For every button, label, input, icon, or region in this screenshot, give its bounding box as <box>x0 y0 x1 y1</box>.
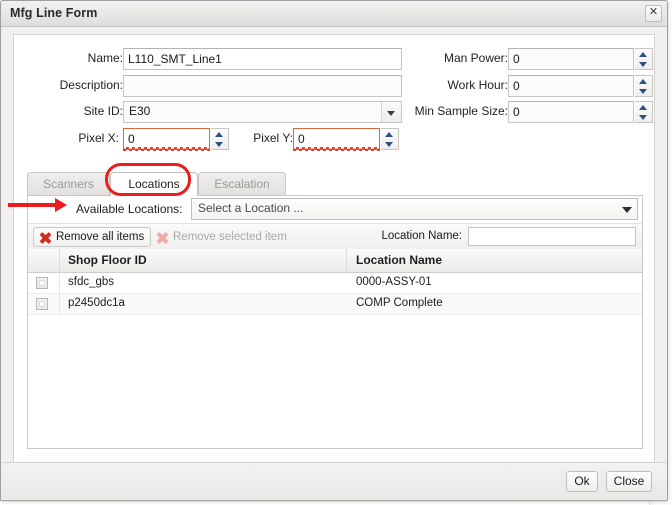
locations-tab-panel: Available Locations: Select a Location .… <box>27 195 643 449</box>
stepper-up-icon[interactable] <box>635 49 651 59</box>
pixel-y-spinner[interactable] <box>293 128 399 151</box>
tab-locations-label: Locations <box>128 177 180 191</box>
min-sample-size-label: Min Sample Size: <box>414 104 508 118</box>
tab-strip: Scanners Locations Escalation <box>27 172 643 196</box>
site-id-value: E30 <box>129 104 151 118</box>
header-separator <box>346 249 347 272</box>
pixel-y-label: Pixel Y: <box>253 131 293 145</box>
cell-location-name: COMP Complete <box>356 297 443 309</box>
column-header-shop-floor-id[interactable]: Shop Floor ID <box>68 249 147 272</box>
field-pixel-y: Pixel Y: <box>241 128 399 151</box>
close-button[interactable]: Close <box>606 471 652 492</box>
row-checkbox[interactable] <box>36 277 48 289</box>
field-description: Description: <box>14 75 402 97</box>
min-sample-size-stepper[interactable] <box>635 101 653 123</box>
description-input[interactable] <box>123 75 402 97</box>
remove-all-items-label: Remove all items <box>56 231 145 243</box>
work-hour-input[interactable] <box>508 75 634 97</box>
dialog-body: Name: Description: Site ID: E30 Pixel X: <box>13 34 655 463</box>
red-x-icon <box>38 231 52 245</box>
available-locations-label: Available Locations: <box>76 202 183 216</box>
red-x-icon-disabled <box>155 231 169 245</box>
stepper-up-icon[interactable] <box>635 102 651 112</box>
field-pixel-x: Pixel X: <box>14 128 229 151</box>
field-man-power: Man Power: <box>410 48 654 70</box>
pixel-x-stepper[interactable] <box>211 128 229 150</box>
ok-button-label: Ok <box>574 474 590 488</box>
name-label: Name: <box>87 51 123 65</box>
grid-header-row: Shop Floor ID Location Name <box>28 249 642 273</box>
location-name-label: Location Name: <box>381 230 462 242</box>
close-button-label: Close <box>613 474 645 488</box>
tab-escalation[interactable]: Escalation <box>198 172 286 195</box>
man-power-label: Man Power: <box>443 51 508 65</box>
mfg-line-form-dialog: Mfg Line Form ✕ Name: Description: Site … <box>0 0 668 501</box>
pixel-x-spinner[interactable] <box>123 128 229 151</box>
man-power-input[interactable] <box>508 48 634 70</box>
stepper-up-icon[interactable] <box>635 76 651 86</box>
ok-button[interactable]: Ok <box>566 471 598 492</box>
row-separator <box>59 294 60 314</box>
dialog-titlebar[interactable]: Mfg Line Form ✕ <box>1 1 667 27</box>
chevron-down-icon[interactable] <box>618 200 636 218</box>
work-hour-label: Work Hour: <box>447 78 508 92</box>
site-id-select[interactable]: E30 <box>123 101 402 123</box>
tab-escalation-label: Escalation <box>214 177 270 191</box>
work-hour-stepper[interactable] <box>635 75 653 97</box>
cell-shop-floor-id: sfdc_gbs <box>68 276 115 288</box>
pixel-y-error-underline <box>293 147 380 151</box>
stepper-down-icon[interactable] <box>381 139 397 149</box>
man-power-stepper[interactable] <box>635 48 653 70</box>
pixel-x-error-underline <box>123 147 210 151</box>
field-site-id: Site ID: E30 <box>14 101 402 123</box>
stepper-down-icon[interactable] <box>635 112 651 122</box>
stepper-down-icon[interactable] <box>635 86 651 96</box>
remove-selected-item-button: Remove selected item <box>150 227 294 247</box>
field-name: Name: <box>14 48 402 70</box>
locations-grid: Shop Floor ID Location Name sfdc_gbs 000… <box>28 249 642 448</box>
remove-selected-item-label: Remove selected item <box>173 231 287 243</box>
dialog-title: Mfg Line Form <box>10 6 98 20</box>
pixel-x-label: Pixel X: <box>78 131 119 145</box>
min-sample-size-input[interactable] <box>508 101 634 123</box>
stepper-down-icon[interactable] <box>635 59 651 69</box>
cell-shop-floor-id: p2450dc1a <box>68 297 125 309</box>
field-min-sample-size: Min Sample Size: <box>410 101 654 123</box>
stepper-up-icon[interactable] <box>211 129 227 139</box>
pixel-y-stepper[interactable] <box>381 128 399 150</box>
header-separator <box>59 249 60 272</box>
stepper-down-icon[interactable] <box>211 139 227 149</box>
stepper-up-icon[interactable] <box>381 129 397 139</box>
chevron-down-icon[interactable] <box>381 102 401 122</box>
column-header-location-name[interactable]: Location Name <box>356 249 442 272</box>
row-separator <box>59 273 60 293</box>
dialog-footer: Ok Close <box>2 462 666 499</box>
cell-location-name: 0000-ASSY-01 <box>356 276 432 288</box>
available-locations-select[interactable]: Select a Location ... <box>191 198 638 220</box>
tab-scanners-label: Scanners <box>43 177 94 191</box>
form-area: Name: Description: Site ID: E30 Pixel X: <box>14 35 654 155</box>
description-label: Description: <box>59 78 123 92</box>
row-checkbox[interactable] <box>36 298 48 310</box>
location-name-input[interactable] <box>468 227 636 246</box>
remove-all-items-button[interactable]: Remove all items <box>33 227 152 247</box>
min-sample-size-spinner[interactable] <box>508 101 653 123</box>
name-input[interactable] <box>123 48 402 70</box>
work-hour-spinner[interactable] <box>508 75 653 97</box>
available-locations-row: Available Locations: Select a Location .… <box>28 196 642 222</box>
tab-locations[interactable]: Locations <box>110 172 198 196</box>
close-window-button[interactable]: ✕ <box>645 5 662 22</box>
available-locations-placeholder: Select a Location ... <box>198 201 304 215</box>
man-power-spinner[interactable] <box>508 48 653 70</box>
table-row[interactable]: p2450dc1a COMP Complete <box>28 294 642 315</box>
grid-toolbar: Remove all items Remove selected item Lo… <box>28 223 642 251</box>
tab-scanners[interactable]: Scanners <box>27 172 110 195</box>
close-x-icon: ✕ <box>648 6 659 18</box>
field-work-hour: Work Hour: <box>410 75 654 97</box>
table-row[interactable]: sfdc_gbs 0000-ASSY-01 <box>28 273 642 294</box>
site-id-label: Site ID: <box>83 104 123 118</box>
